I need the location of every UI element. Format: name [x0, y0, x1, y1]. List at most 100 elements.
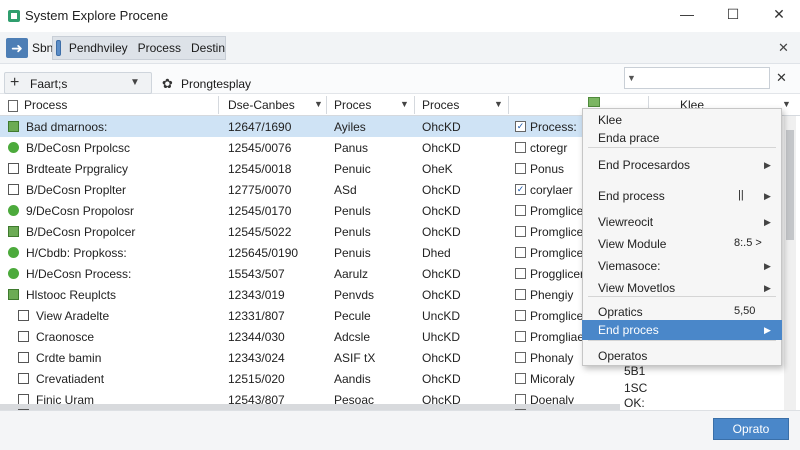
menu-item-label: View Module — [598, 237, 667, 251]
detail-cell: corylaer — [530, 183, 573, 197]
column-header-proces-1[interactable]: Proces — [334, 98, 371, 112]
detail-cell: Micoraly — [530, 372, 575, 386]
file-icon — [8, 163, 19, 174]
filter-label: Faart;s — [30, 77, 68, 91]
file-icon — [18, 352, 29, 363]
close-button[interactable]: ✕ — [764, 4, 794, 24]
search-chevron-icon[interactable]: ▼ — [627, 73, 636, 83]
row-checkbox[interactable] — [515, 142, 526, 153]
file-icon — [18, 331, 29, 342]
process-name-cell: B/DeCosn Proplter — [26, 183, 127, 197]
back-arrow-icon[interactable]: ➜ — [6, 38, 28, 58]
tab-close-icon[interactable]: ✕ — [778, 40, 789, 56]
process-cell: ASIF tX — [334, 351, 376, 365]
column-header-proces-2[interactable]: Proces — [422, 98, 459, 112]
status-cell: OhcKD — [422, 141, 461, 155]
process-cell: Penvds — [334, 288, 375, 302]
detail-cell: Phonaly — [530, 351, 574, 365]
row-checkbox[interactable] — [515, 268, 526, 279]
detail-cell: Promglicer — [530, 246, 588, 260]
column-divider[interactable] — [326, 96, 327, 114]
row-checkbox[interactable]: ✓ — [515, 121, 526, 132]
date-cell: 12344/030 — [228, 330, 285, 344]
column-header-process[interactable]: Process — [24, 98, 67, 112]
date-cell: 12775/0070 — [228, 183, 292, 197]
row-checkbox[interactable] — [515, 289, 526, 300]
row-checkbox[interactable] — [515, 205, 526, 216]
process-name-cell: Bad dmarnoos: — [26, 120, 108, 134]
column-divider[interactable] — [414, 96, 415, 114]
gear-icon[interactable]: ✿ — [162, 76, 173, 92]
status-cell: OhcKD — [422, 120, 461, 134]
process-icon — [56, 40, 61, 56]
search-clear-icon[interactable]: ✕ — [776, 70, 787, 86]
status-cell: OhcKD — [422, 288, 461, 302]
minimize-button[interactable]: — — [672, 4, 702, 24]
tab-short-label[interactable]: Sbn — [32, 41, 53, 55]
column-header-dse[interactable]: Dse-Canbes — [228, 98, 295, 112]
process-name-cell: Crevatiadent — [36, 372, 105, 386]
process-cell: Penuls — [334, 204, 371, 218]
status-cell: Dhed — [422, 246, 451, 260]
date-cell: 15543/507 — [228, 267, 285, 281]
process-cell: Pecule — [334, 309, 371, 323]
menu-item-label: Opratics — [598, 305, 643, 319]
column-divider[interactable] — [508, 96, 509, 114]
process-name-cell: Crdte bamin — [36, 351, 102, 365]
menu-item-label: End proces — [598, 323, 659, 337]
row-checkbox[interactable] — [515, 310, 526, 321]
search-input[interactable] — [624, 67, 770, 89]
scrollbar-thumb[interactable] — [786, 130, 794, 240]
shield-icon — [8, 142, 19, 153]
date-cell: 12343/019 — [228, 288, 285, 302]
folder-icon — [8, 226, 19, 237]
row-checkbox[interactable] — [515, 247, 526, 258]
row-checkbox[interactable] — [515, 163, 526, 174]
detail-cell: Promglicer — [530, 225, 588, 239]
detail-cell: Promgliaer — [530, 330, 589, 344]
shield-icon — [8, 247, 19, 258]
process-cell: Penuic — [334, 162, 371, 176]
sort-chevron-icon[interactable]: ▼ — [494, 99, 503, 109]
row-checkbox[interactable] — [515, 373, 526, 384]
side-value: 5B1 — [624, 364, 646, 378]
menu-item-label: Operatos — [598, 349, 648, 363]
tab-process[interactable]: Pendhviley Process Destin — [52, 36, 226, 60]
menu-item-label: Viewreocit — [598, 215, 654, 229]
sort-chevron-icon[interactable]: ▼ — [782, 99, 791, 109]
detail-cell: Process: — [530, 120, 577, 134]
row-checkbox[interactable]: ✓ — [515, 184, 526, 195]
operate-button[interactable]: Oprato — [713, 418, 789, 440]
sort-chevron-icon[interactable]: ▼ — [400, 99, 409, 109]
date-cell: 12545/0170 — [228, 204, 292, 218]
process-cell: Panus — [334, 141, 369, 155]
window-title: System Explore Procene — [25, 8, 169, 23]
row-checkbox[interactable] — [515, 352, 526, 363]
chevron-down-icon: ▼ — [130, 77, 140, 88]
footer-bar — [0, 410, 800, 450]
detail-cell: ctoregr — [530, 141, 568, 155]
process-name-cell: 9/DeCosn Propolosr — [26, 204, 135, 218]
date-cell: 12343/024 — [228, 351, 285, 365]
chevron-right-icon: ▶ — [764, 217, 771, 227]
sort-chevron-icon[interactable]: ▼ — [314, 99, 323, 109]
menu-item-label: End process — [598, 189, 665, 203]
file-icon — [18, 373, 29, 384]
toolbar-label[interactable]: Prongtesplay — [181, 77, 251, 91]
column-divider[interactable] — [218, 96, 219, 114]
maximize-button[interactable]: ☐ — [718, 4, 748, 24]
process-name-cell: Craonosce — [36, 330, 95, 344]
menu-item-label: Enda prace — [598, 131, 660, 145]
date-cell: 12545/0018 — [228, 162, 292, 176]
status-cell: OhcKD — [422, 351, 461, 365]
tab-label-3: Destin — [190, 41, 225, 55]
process-cell: Penuis — [334, 246, 371, 260]
file-icon — [8, 184, 19, 195]
date-cell: 125645/0190 — [228, 246, 299, 260]
tab-label-1: Pendhviley — [68, 41, 128, 55]
menu-item-label: Klee — [598, 113, 623, 127]
menu-item-label: Viemasoce: — [598, 259, 661, 273]
detail-cell: Progglicer — [530, 267, 585, 281]
row-checkbox[interactable] — [515, 331, 526, 342]
row-checkbox[interactable] — [515, 226, 526, 237]
